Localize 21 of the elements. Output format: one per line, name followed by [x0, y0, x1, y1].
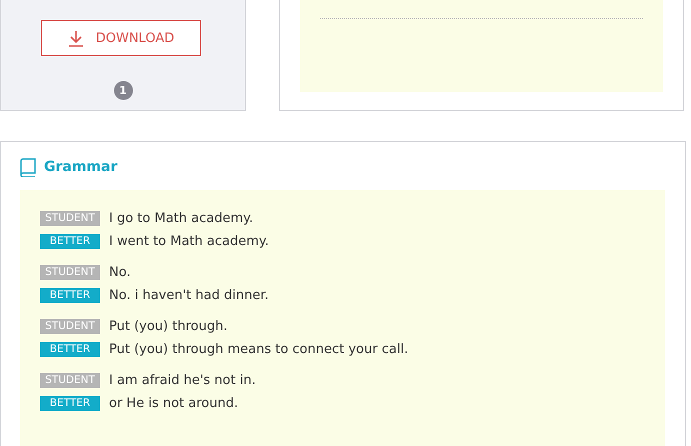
page-badge: 1 [114, 81, 132, 100]
corrected-sentence: Put (you) through means to connect your call. [109, 342, 408, 356]
better-tag: BETTER [40, 288, 100, 302]
student-sentence: I am afraid he's not in. [109, 372, 256, 388]
student-tag: STUDENT [40, 264, 100, 280]
student-tag: STUDENT [40, 372, 100, 388]
student-sentence: I go to Math academy. [109, 210, 254, 226]
corrected-sentence: or He is not around. [109, 396, 238, 410]
better-tag: BETTER [40, 342, 100, 356]
section-title: Grammar [44, 159, 118, 175]
student-tag: STUDENT [40, 210, 100, 226]
better-tag: BETTER [40, 396, 100, 410]
student-sentence: Put (you) through. [109, 318, 228, 334]
corrected-sentence: No. i haven't had dinner. [109, 288, 269, 302]
better-tag: BETTER [40, 234, 100, 248]
corrected-sentence: I went to Math academy. [109, 234, 269, 248]
download-button[interactable]: DOWNLOAD [41, 20, 201, 56]
student-tag: STUDENT [40, 318, 100, 334]
book-icon [20, 158, 36, 176]
student-sentence: No. [109, 264, 131, 280]
download-icon [68, 30, 84, 46]
